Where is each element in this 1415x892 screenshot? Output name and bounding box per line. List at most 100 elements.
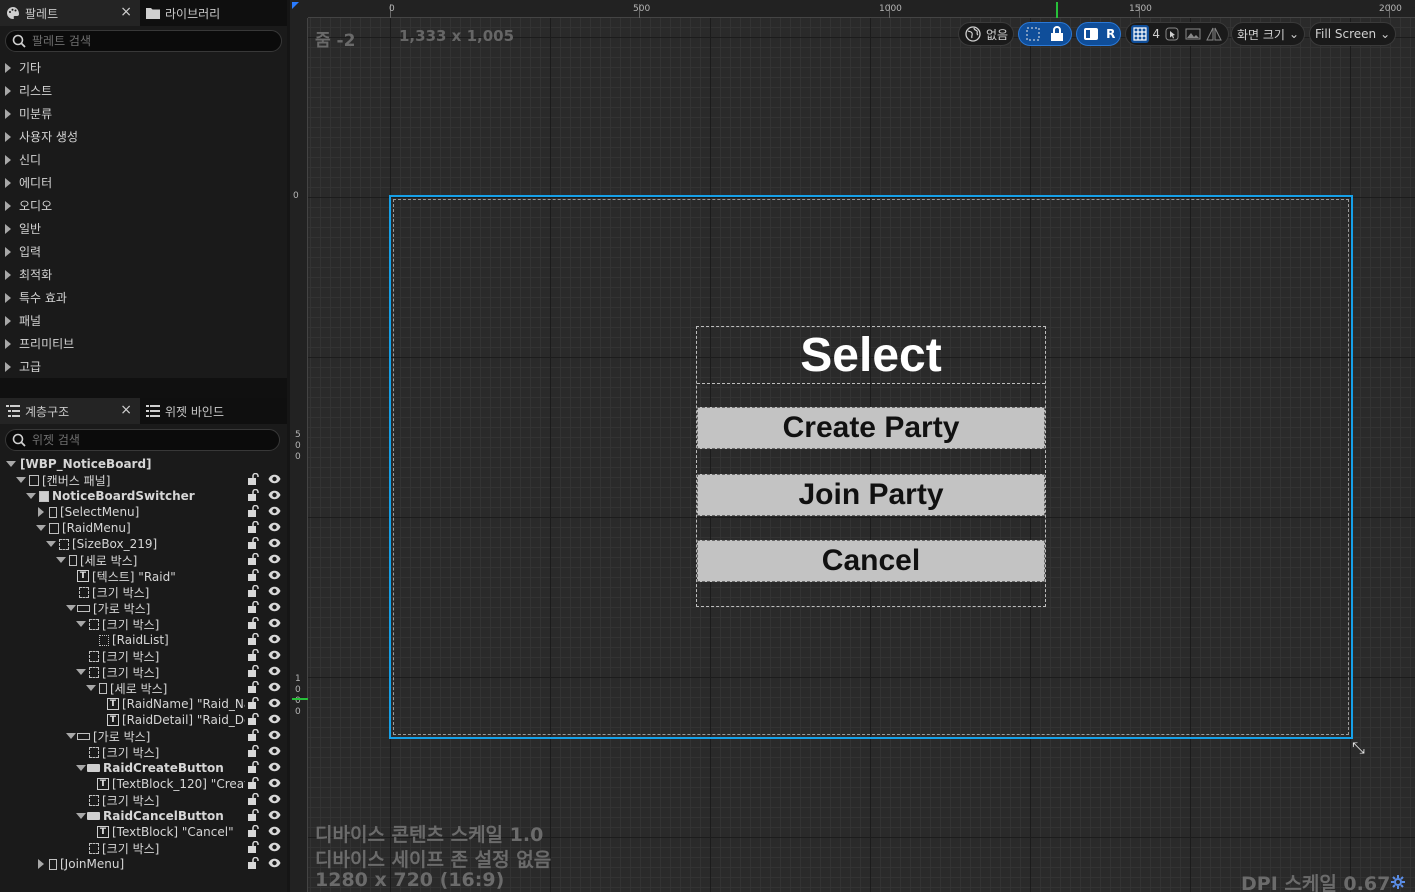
tree-item[interactable]: RaidCreateButton bbox=[0, 760, 287, 776]
collapse-arrow-icon[interactable] bbox=[25, 493, 37, 499]
tree-item[interactable]: [크기 박스] bbox=[0, 792, 287, 808]
join-party-button[interactable]: Join Party bbox=[697, 474, 1045, 516]
unlock-icon[interactable] bbox=[248, 505, 259, 517]
tree-item[interactable]: [크기 박스] bbox=[0, 744, 287, 760]
palette-category[interactable]: 최적화 bbox=[0, 263, 287, 286]
eye-icon[interactable] bbox=[268, 521, 281, 533]
collapse-arrow-icon[interactable] bbox=[75, 765, 87, 771]
tree-item[interactable]: [캔버스 패널] bbox=[0, 472, 287, 488]
eye-icon[interactable] bbox=[268, 697, 281, 709]
unlock-icon[interactable] bbox=[248, 697, 259, 709]
designer-viewport[interactable]: 0 500 1000 1500 2000 0 500 1000 줌 -2 1,3… bbox=[290, 0, 1415, 892]
lock-icon[interactable] bbox=[1048, 25, 1066, 43]
tree-item[interactable]: [세로 박스] bbox=[0, 552, 287, 568]
create-party-button[interactable]: Create Party bbox=[697, 407, 1045, 449]
unlock-icon[interactable] bbox=[248, 793, 259, 805]
widget-search-input[interactable] bbox=[32, 433, 252, 447]
expand-arrow-icon[interactable] bbox=[5, 246, 11, 257]
palette-category[interactable]: 프리미티브 bbox=[0, 332, 287, 355]
eye-icon[interactable] bbox=[268, 601, 281, 613]
expand-arrow-icon[interactable] bbox=[5, 177, 11, 188]
tree-item[interactable]: T [텍스트] "Raid" bbox=[0, 568, 287, 584]
tree-item[interactable]: [가로 박스] bbox=[0, 600, 287, 616]
collapse-arrow-icon[interactable] bbox=[55, 557, 67, 563]
expand-arrow-icon[interactable] bbox=[5, 85, 11, 96]
tree-item[interactable]: T [RaidName] "Raid_Na bbox=[0, 696, 287, 712]
unlock-icon[interactable] bbox=[248, 665, 259, 677]
cancel-button[interactable]: Cancel bbox=[697, 540, 1045, 582]
expand-arrow-icon[interactable] bbox=[5, 62, 11, 73]
eye-icon[interactable] bbox=[268, 537, 281, 549]
collapse-arrow-icon[interactable] bbox=[65, 733, 77, 739]
tree-item[interactable]: RaidCancelButton bbox=[0, 808, 287, 824]
tree-item[interactable]: [크기 박스] bbox=[0, 648, 287, 664]
eye-icon[interactable] bbox=[268, 841, 281, 853]
eye-icon[interactable] bbox=[268, 761, 281, 773]
expand-arrow-icon[interactable] bbox=[5, 200, 11, 211]
palette-category[interactable]: 오디오 bbox=[0, 194, 287, 217]
select-menu-widget[interactable]: Select Create Party Join Party Cancel bbox=[696, 326, 1046, 607]
eye-icon[interactable] bbox=[268, 553, 281, 565]
collapse-arrow-icon[interactable] bbox=[75, 813, 87, 819]
palette-category[interactable]: 기타 bbox=[0, 56, 287, 79]
cursor-zoom-icon[interactable] bbox=[1163, 25, 1181, 43]
eye-icon[interactable] bbox=[268, 649, 281, 661]
tree-item[interactable]: T [TextBlock] "Cancel" bbox=[0, 824, 287, 840]
resize-handle-icon[interactable]: ⤡ bbox=[1352, 738, 1365, 758]
tree-item[interactable]: [크기 박스] bbox=[0, 664, 287, 680]
unlock-icon[interactable] bbox=[248, 537, 259, 549]
expand-arrow-icon[interactable] bbox=[5, 315, 11, 326]
expand-arrow-icon[interactable] bbox=[35, 507, 47, 517]
palette-category[interactable]: 일반 bbox=[0, 217, 287, 240]
unlock-icon[interactable] bbox=[248, 777, 259, 789]
grid-snap-group[interactable]: 4 bbox=[1125, 22, 1229, 46]
eye-icon[interactable] bbox=[268, 825, 281, 837]
palette-category[interactable]: 패널 bbox=[0, 309, 287, 332]
collapse-arrow-icon[interactable] bbox=[75, 669, 87, 675]
palette-category[interactable]: 특수 효과 bbox=[0, 286, 287, 309]
unlock-icon[interactable] bbox=[248, 809, 259, 821]
expand-arrow-icon[interactable] bbox=[5, 108, 11, 119]
tree-item[interactable]: [RaidList] bbox=[0, 632, 287, 648]
unlock-icon[interactable] bbox=[248, 681, 259, 693]
flip-mirror-icon[interactable] bbox=[1205, 25, 1223, 43]
marquee-select-icon[interactable] bbox=[1024, 25, 1042, 43]
eye-icon[interactable] bbox=[268, 505, 281, 517]
palette-search-input[interactable] bbox=[32, 34, 252, 48]
selection-lock-group[interactable] bbox=[1018, 22, 1073, 46]
palette-category[interactable]: 신디 bbox=[0, 148, 287, 171]
layout-toggle-group[interactable]: R bbox=[1076, 22, 1122, 46]
palette-category[interactable]: 에디터 bbox=[0, 171, 287, 194]
unlock-icon[interactable] bbox=[248, 745, 259, 757]
localization-preview-button[interactable]: 없음 bbox=[958, 22, 1015, 46]
unlock-icon[interactable] bbox=[248, 473, 259, 485]
collapse-arrow-icon[interactable] bbox=[35, 525, 47, 531]
eye-icon[interactable] bbox=[268, 809, 281, 821]
eye-icon[interactable] bbox=[268, 633, 281, 645]
eye-icon[interactable] bbox=[268, 729, 281, 741]
tab-palette[interactable]: 팔레트 × bbox=[0, 0, 140, 26]
expand-arrow-icon[interactable] bbox=[5, 338, 11, 349]
collapse-arrow-icon[interactable] bbox=[5, 461, 17, 467]
palette-search[interactable] bbox=[5, 30, 282, 52]
palette-category[interactable]: 사용자 생성 bbox=[0, 125, 287, 148]
expand-arrow-icon[interactable] bbox=[5, 292, 11, 303]
eye-icon[interactable] bbox=[268, 681, 281, 693]
unlock-icon[interactable] bbox=[248, 713, 259, 725]
collapse-arrow-icon[interactable] bbox=[85, 685, 97, 691]
tree-item[interactable]: [RaidMenu] bbox=[0, 520, 287, 536]
eye-icon[interactable] bbox=[268, 665, 281, 677]
expand-arrow-icon[interactable] bbox=[5, 269, 11, 280]
expand-arrow-icon[interactable] bbox=[35, 859, 47, 869]
tab-widget-binding[interactable]: 위젯 바인드 bbox=[140, 398, 230, 424]
unlock-icon[interactable] bbox=[248, 601, 259, 613]
eye-icon[interactable] bbox=[268, 857, 281, 869]
unlock-icon[interactable] bbox=[248, 857, 259, 869]
unlock-icon[interactable] bbox=[248, 633, 259, 645]
expand-arrow-icon[interactable] bbox=[5, 131, 11, 142]
screen-size-dropdown[interactable]: 화면 크기 ⌄ bbox=[1230, 22, 1306, 46]
collapse-arrow-icon[interactable] bbox=[65, 605, 77, 611]
unlock-icon[interactable] bbox=[248, 585, 259, 597]
unlock-icon[interactable] bbox=[248, 569, 259, 581]
tree-root[interactable]: [WBP_NoticeBoard] bbox=[0, 456, 287, 472]
